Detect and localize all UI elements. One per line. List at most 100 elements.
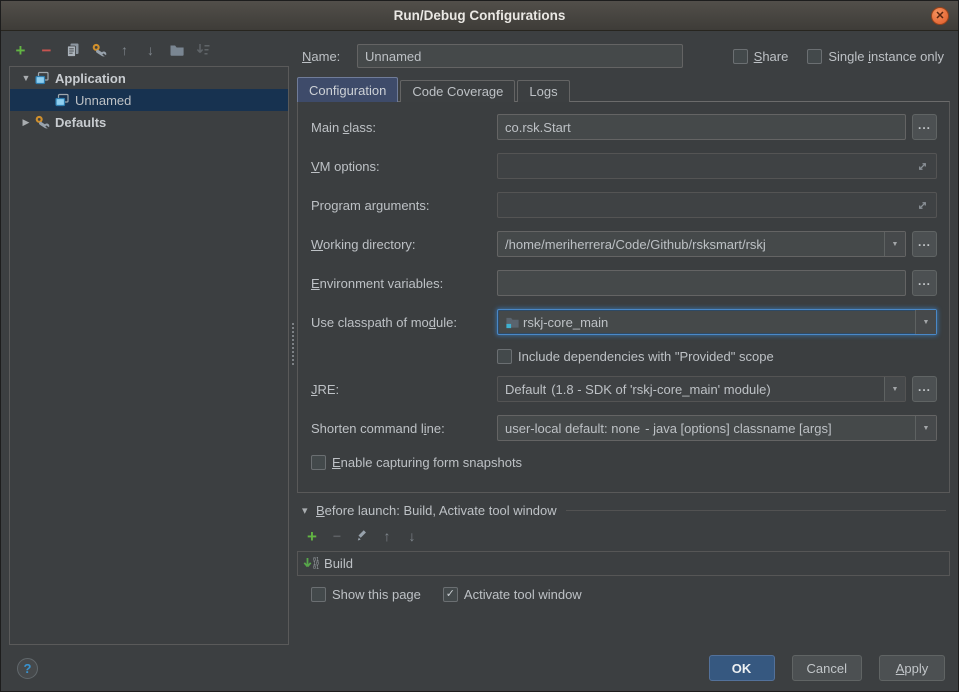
- window-title: Run/Debug Configurations: [394, 8, 566, 23]
- panel-splitter[interactable]: [289, 31, 297, 645]
- cancel-button[interactable]: Cancel: [792, 655, 862, 681]
- copy-configuration-button[interactable]: [61, 39, 84, 61]
- tab-configuration[interactable]: Configuration: [297, 77, 398, 102]
- main-class-label: Main class:: [311, 120, 497, 135]
- wrench-gear-icon: [34, 114, 52, 130]
- remove-icon: −: [42, 42, 52, 59]
- jre-browse-button[interactable]: ...: [912, 376, 937, 402]
- move-task-down-button[interactable]: ↓: [403, 527, 421, 545]
- collapse-section-icon[interactable]: ▾: [302, 504, 316, 517]
- create-folder-button[interactable]: [165, 39, 188, 61]
- tree-item-unnamed[interactable]: Unnamed: [10, 89, 288, 111]
- move-up-button[interactable]: ↑: [113, 39, 136, 61]
- remove-task-button[interactable]: −: [328, 527, 346, 545]
- before-launch-header[interactable]: ▾ Before launch: Build, Activate tool wi…: [302, 503, 946, 518]
- title-bar[interactable]: Run/Debug Configurations ✕: [1, 1, 958, 31]
- environment-variables-field[interactable]: [497, 270, 906, 296]
- share-checkbox-group[interactable]: Share: [733, 49, 789, 64]
- activate-tool-window-checkbox-group[interactable]: ✓ Activate tool window: [443, 587, 582, 602]
- help-button[interactable]: ?: [17, 658, 38, 679]
- edit-task-button[interactable]: [353, 527, 371, 545]
- chevron-down-icon[interactable]: ▼: [18, 73, 34, 83]
- vm-options-row: VM options:: [311, 153, 937, 179]
- share-checkbox[interactable]: [733, 49, 748, 64]
- tab-logs[interactable]: Logs: [517, 80, 569, 102]
- capture-snapshots-checkbox-group[interactable]: Enable capturing form snapshots: [311, 455, 522, 470]
- show-this-page-checkbox-group[interactable]: Show this page: [311, 587, 421, 602]
- chevron-down-icon: ▼: [923, 425, 930, 432]
- shorten-command-line-combo[interactable]: user-local default: none - java [options…: [497, 415, 937, 441]
- jre-row: JRE: Default (1.8 - SDK of 'rskj-core_ma…: [311, 376, 937, 402]
- working-directory-label: Working directory:: [311, 237, 497, 252]
- shorten-command-line-row: Shorten command line: user-local default…: [311, 415, 937, 441]
- add-configuration-button[interactable]: +: [9, 39, 32, 61]
- before-launch-title: Before launch: Build, Activate tool wind…: [316, 503, 557, 518]
- name-input[interactable]: [357, 44, 683, 68]
- single-instance-checkbox-group[interactable]: Single instance only: [807, 49, 944, 64]
- include-provided-row: Include dependencies with "Provided" sco…: [497, 348, 949, 364]
- working-directory-combo[interactable]: /home/meriherrera/Code/Github/rsksmart/r…: [497, 231, 906, 257]
- expand-field-icon[interactable]: [916, 160, 929, 173]
- main-class-field[interactable]: co.rsk.Start: [497, 114, 906, 140]
- vm-options-field[interactable]: [497, 153, 937, 179]
- before-launch-toolbar: + − ↑ ↓: [303, 527, 950, 545]
- checkmark-icon: ✓: [446, 589, 455, 600]
- before-launch-task-list: 01 10 01 Build: [297, 551, 950, 576]
- tab-code-coverage[interactable]: Code Coverage: [400, 80, 515, 102]
- tree-item-label: Unnamed: [75, 93, 131, 108]
- add-task-button[interactable]: +: [303, 527, 321, 545]
- environment-variables-browse-button[interactable]: ...: [912, 270, 937, 296]
- working-directory-dropdown-button[interactable]: ▼: [884, 232, 905, 256]
- program-arguments-row: Program arguments:: [311, 192, 937, 218]
- move-down-button[interactable]: ↓: [139, 39, 162, 61]
- arrow-down-icon: ↓: [409, 529, 416, 543]
- environment-variables-row: Environment variables: ...: [311, 270, 937, 296]
- shorten-dropdown-button[interactable]: ▼: [915, 416, 936, 440]
- jre-dropdown-button[interactable]: ▼: [884, 377, 905, 401]
- pencil-icon: [355, 529, 369, 543]
- close-button[interactable]: ✕: [931, 7, 949, 25]
- apply-button[interactable]: Apply: [879, 655, 945, 681]
- ok-button[interactable]: OK: [709, 655, 775, 681]
- remove-icon: −: [333, 529, 341, 543]
- ellipsis-icon: ...: [918, 118, 931, 132]
- left-pane: + − ↑ ↓: [1, 31, 289, 645]
- question-icon: ?: [24, 661, 32, 676]
- name-row: Name: Share Single instance only: [297, 43, 950, 69]
- close-icon: ✕: [935, 11, 944, 22]
- run-debug-configurations-dialog: Run/Debug Configurations ✕ + −: [0, 0, 959, 692]
- apply-label: Apply: [896, 661, 929, 676]
- main-class-browse-button[interactable]: ...: [912, 114, 937, 140]
- arrow-up-icon: ↑: [121, 43, 128, 57]
- edit-defaults-button[interactable]: [87, 39, 110, 61]
- right-pane: Name: Share Single instance only Configu…: [297, 31, 958, 645]
- include-provided-checkbox[interactable]: [497, 349, 512, 364]
- remove-configuration-button[interactable]: −: [35, 39, 58, 61]
- program-arguments-label: Program arguments:: [311, 198, 497, 213]
- module-dropdown-button[interactable]: ▼: [915, 310, 936, 334]
- move-task-up-button[interactable]: ↑: [378, 527, 396, 545]
- show-this-page-checkbox[interactable]: [311, 587, 326, 602]
- single-instance-checkbox[interactable]: [807, 49, 822, 64]
- share-label: Share: [754, 49, 789, 64]
- ellipsis-icon: ...: [918, 380, 931, 394]
- sort-configurations-button[interactable]: [191, 39, 214, 61]
- separator: [566, 510, 946, 511]
- jre-combo[interactable]: Default (1.8 - SDK of 'rskj-core_main' m…: [497, 376, 906, 402]
- footer: ? OK Cancel Apply: [1, 645, 958, 691]
- tree-item-application[interactable]: ▼ Application: [10, 67, 288, 89]
- activate-tool-window-label: Activate tool window: [464, 587, 582, 602]
- expand-field-icon[interactable]: [916, 199, 929, 212]
- activate-tool-window-checkbox[interactable]: ✓: [443, 587, 458, 602]
- module-combo[interactable]: rskj-core_main ▼: [497, 309, 937, 335]
- capture-snapshots-checkbox[interactable]: [311, 455, 326, 470]
- include-provided-checkbox-group[interactable]: Include dependencies with "Provided" sco…: [497, 349, 774, 364]
- tree-item-defaults[interactable]: ▶ Defaults: [10, 111, 288, 133]
- chevron-right-icon[interactable]: ▶: [18, 117, 34, 128]
- working-directory-browse-button[interactable]: ...: [912, 231, 937, 257]
- task-label: Build: [324, 556, 353, 571]
- program-arguments-field[interactable]: [497, 192, 937, 218]
- task-row-build[interactable]: 01 10 01 Build: [298, 552, 949, 575]
- chevron-down-icon: ▼: [892, 386, 899, 393]
- sort-alpha-icon: [195, 42, 211, 58]
